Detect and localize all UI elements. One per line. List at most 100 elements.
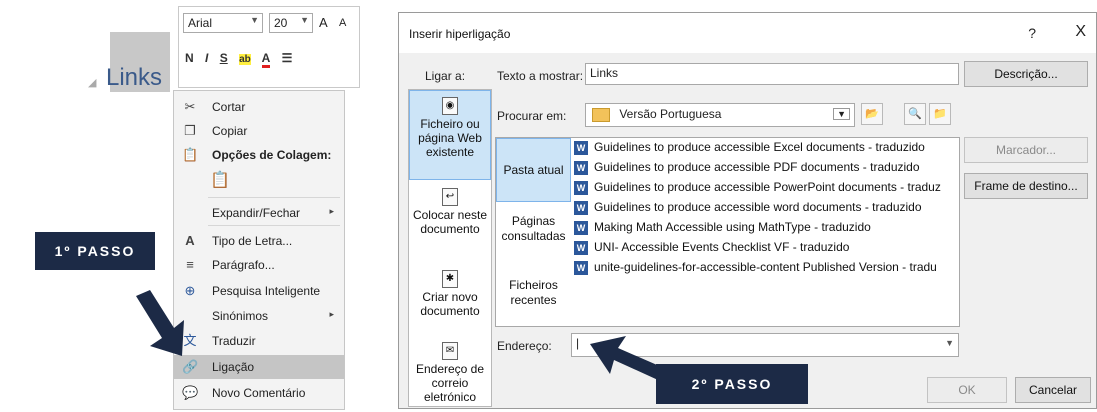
word-file-icon: W: [574, 220, 588, 235]
comment-icon: 💬: [182, 385, 199, 400]
paste-icon: 📋: [182, 147, 199, 162]
menu-item-translate[interactable]: 文 Traduzir: [174, 329, 344, 353]
menu-item-cut[interactable]: ✂ Cortar: [174, 95, 344, 119]
folder-recent-files[interactable]: Ficheiros recentes: [496, 278, 571, 318]
paste-keep-text-button[interactable]: 📋: [174, 169, 344, 193]
menu-item-label: Parágrafo...: [212, 258, 275, 272]
link-option-email[interactable]: ✉ Endereço de correio eletrónico: [409, 336, 491, 412]
new-document-icon: ✱: [442, 270, 458, 288]
file-list-item[interactable]: W Guidelines to produce accessible Excel …: [574, 140, 925, 158]
link-option-label: Criar novo documento: [420, 290, 480, 318]
chevron-down-icon: ▼: [945, 338, 954, 348]
folder-shortcuts: Pasta atual Páginas consultadas Ficheiro…: [496, 138, 571, 326]
submenu-arrow-icon: ▸: [329, 206, 334, 216]
link-option-existing-file[interactable]: ◉ Ficheiro ou página Web existente: [409, 90, 491, 180]
menu-item-label: Expandir/Fechar: [212, 206, 301, 220]
file-name: Guidelines to produce accessible PowerPo…: [594, 180, 941, 194]
link-to-sidebar: ◉ Ficheiro ou página Web existente ↩ Col…: [408, 89, 492, 407]
link-option-label: Colocar neste documento: [412, 208, 488, 236]
text-to-display-input[interactable]: Links: [585, 63, 959, 85]
chevron-down-icon: ▼: [250, 15, 259, 25]
link-to-label: Ligar a:: [425, 69, 466, 83]
text-to-display-label: Texto a mostrar:: [497, 69, 584, 83]
document-heading-area: ◢ Links: [88, 32, 178, 104]
font-icon: A: [185, 233, 195, 248]
font-color-button[interactable]: A: [261, 51, 271, 68]
menu-item-expand-collapse[interactable]: Expandir/Fechar ▸: [174, 201, 344, 225]
shrink-font-icon[interactable]: A: [339, 17, 346, 29]
address-label: Endereço:: [497, 339, 552, 353]
ok-button[interactable]: OK: [927, 377, 1007, 403]
highlight-button[interactable]: ab: [239, 54, 251, 65]
menu-item-label: Copiar: [212, 124, 248, 138]
look-in-label: Procurar em:: [497, 109, 567, 123]
menu-item-paragraph[interactable]: ≡ Parágrafo...: [174, 253, 344, 277]
bullets-icon[interactable]: ☰: [282, 51, 293, 65]
look-in-select[interactable]: Versão Portuguesa ▼: [585, 103, 855, 127]
underline-button[interactable]: S: [220, 51, 228, 65]
word-file-icon: W: [574, 140, 588, 155]
link-option-new-document[interactable]: ✱ Criar novo documento: [409, 262, 491, 342]
description-button[interactable]: Descrição...: [964, 61, 1088, 87]
file-name: Guidelines to produce accessible PDF doc…: [594, 160, 920, 174]
menu-item-link[interactable]: 🔗 Ligação: [174, 355, 344, 379]
browse-web-icon[interactable]: 🔍: [904, 103, 926, 125]
file-list-item[interactable]: Wunite-guidelines-for-accessible-content…: [574, 260, 937, 278]
folder-browsed-pages[interactable]: Páginas consultadas: [496, 214, 571, 254]
menu-item-label: Tipo de Letra...: [212, 234, 293, 248]
look-in-value: Versão Portuguesa: [619, 107, 722, 121]
submenu-arrow-icon: ▸: [329, 309, 334, 319]
link-option-place-in-document[interactable]: ↩ Colocar neste documento: [409, 182, 491, 268]
file-list-item[interactable]: W Guidelines to produce accessible PDF do…: [574, 160, 920, 178]
menu-item-smart-lookup[interactable]: ⊕ Pesquisa Inteligente: [174, 279, 344, 303]
close-button[interactable]: X: [1075, 23, 1086, 41]
text-cursor: |: [576, 336, 580, 350]
browse-file-icon[interactable]: 📁: [929, 103, 951, 125]
menu-item-label: Sinónimos: [212, 309, 269, 323]
file-name: Guidelines to produce accessible Excel d…: [594, 140, 925, 154]
menu-item-label: Opções de Colagem:: [212, 148, 332, 162]
menu-item-label: Pesquisa Inteligente: [212, 284, 321, 298]
chevron-down-icon: ▼: [833, 108, 850, 120]
mini-toolbar: Arial ▼ 20 ▼ A A N I S ab A ☰: [178, 6, 360, 88]
document-place-icon: ↩: [442, 188, 458, 206]
menu-item-synonyms[interactable]: Sinónimos ▸: [174, 304, 344, 328]
dialog-titlebar: Inserir hiperligação ? X: [399, 13, 1096, 53]
bookmark-button[interactable]: Marcador...: [964, 137, 1088, 163]
step1-badge: 1º PASSO: [35, 232, 155, 270]
step2-arrow-icon: [590, 336, 664, 380]
collapse-triangle-icon[interactable]: ◢: [88, 76, 96, 89]
bold-button[interactable]: N: [185, 51, 194, 65]
italic-button[interactable]: I: [205, 51, 208, 65]
grow-font-icon[interactable]: A: [319, 15, 328, 30]
step1-arrow-icon: [136, 290, 184, 356]
cancel-button[interactable]: Cancelar: [1015, 377, 1091, 403]
copy-icon: ❐: [184, 123, 196, 138]
target-frame-button[interactable]: Frame de destino...: [964, 173, 1088, 199]
heading-links[interactable]: Links: [106, 64, 162, 92]
browse-folder-icon[interactable]: 📂: [861, 103, 883, 125]
file-list-item[interactable]: W Guidelines to produce accessible PowerP…: [574, 180, 941, 198]
insert-hyperlink-dialog: Inserir hiperligação ? X Ligar a: Texto …: [398, 12, 1097, 409]
menu-item-copy[interactable]: ❐ Copiar: [174, 119, 344, 143]
email-icon: ✉: [442, 342, 458, 360]
folder-current[interactable]: Pasta atual: [496, 138, 571, 202]
context-menu: ✂ Cortar ❐ Copiar 📋 Opções de Colagem: 📋…: [173, 90, 345, 410]
menu-item-label: Ligação: [212, 360, 255, 374]
font-name-box[interactable]: Arial ▼: [183, 13, 263, 33]
font-name-value: Arial: [188, 16, 213, 30]
file-list-item[interactable]: W UNI- Accessible Events Checklist VF - t…: [574, 240, 849, 258]
file-list-item[interactable]: W Guidelines to produce accessible word d…: [574, 200, 922, 218]
file-name: Guidelines to produce accessible word do…: [594, 200, 922, 214]
file-name: Making Math Accessible using MathType - …: [594, 220, 871, 234]
paste-text-only-icon: 📋: [210, 172, 230, 189]
menu-item-new-comment[interactable]: 💬 Novo Comentário: [174, 381, 344, 405]
link-option-label: Ficheiro ou página Web existente: [418, 117, 482, 159]
menu-item-font[interactable]: A Tipo de Letra...: [174, 229, 344, 253]
help-button[interactable]: ?: [1028, 25, 1036, 41]
word-file-icon: W: [574, 240, 588, 255]
file-list-item[interactable]: W Making Math Accessible using MathType -…: [574, 220, 871, 238]
font-size-box[interactable]: 20 ▼: [269, 13, 313, 33]
link-option-label: Endereço de correio eletrónico: [415, 362, 485, 404]
scissors-icon: ✂: [184, 99, 196, 114]
